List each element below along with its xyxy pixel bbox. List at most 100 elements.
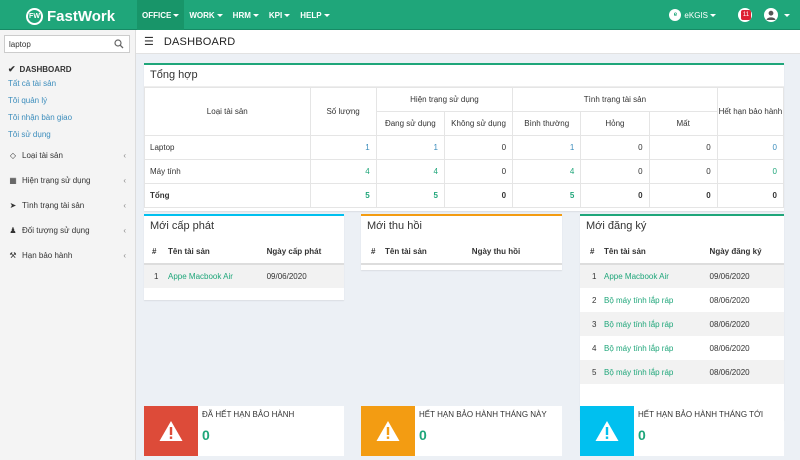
cell-date: 08/06/2020 <box>701 360 784 384</box>
cell-in-use[interactable]: 1 <box>375 135 445 160</box>
cell-broken: 0 <box>580 135 650 160</box>
table-row: Máy tính 4 4 0 4 0 0 0 <box>144 159 785 184</box>
sidebar-sub-i-manage[interactable]: Tôi quản lý <box>0 92 136 109</box>
cell-name[interactable]: Appe Macbook Air <box>598 264 702 288</box>
notification-button[interactable]: 11 <box>738 8 752 22</box>
new-recalled-panel: Mới thu hồi # Tên tài sản Ngày thu hồi <box>361 214 562 270</box>
sidebar-item-label: Đối tượng sử dụng <box>22 226 90 235</box>
col-not-in-use: Không sử dụng <box>443 111 514 136</box>
cell-name: Laptop <box>144 135 311 160</box>
new-recalled-title: Mới thu hồi <box>367 220 422 232</box>
cell-normal[interactable]: 1 <box>512 135 582 160</box>
col-no: # <box>361 240 379 265</box>
sidebar-item-users[interactable]: ♟ Đối tượng sử dụng ‹ <box>0 218 136 243</box>
cell-date: 09/06/2020 <box>701 264 784 288</box>
col-broken: Hỏng <box>580 111 650 136</box>
chevron-left-icon: ‹ <box>123 201 126 210</box>
stat-label: HẾT HẠN BẢO HÀNH THÁNG TỚI <box>638 410 764 419</box>
caret-down-icon <box>252 13 259 17</box>
cell-normal: 5 <box>512 183 582 208</box>
cell-name[interactable]: Bộ máy tính lắp ráp <box>598 360 702 384</box>
hamburger-menu-icon[interactable]: ☰ <box>144 35 154 48</box>
chevron-left-icon: ‹ <box>123 226 126 235</box>
user-avatar-icon[interactable] <box>764 8 778 22</box>
col-date: Ngày đăng ký <box>701 240 784 265</box>
table-row: 5 Bộ máy tính lắp ráp 08/06/2020 <box>580 360 784 384</box>
stat-label: HẾT HẠN BẢO HÀNH THÁNG NÀY <box>419 410 547 419</box>
col-name: Tên tài sản <box>598 240 702 265</box>
sidebar-item-usage-status[interactable]: ▦ Hiện trạng sử dụng ‹ <box>0 168 136 193</box>
cell-name[interactable]: Appe Macbook Air <box>162 264 259 288</box>
cell-expired[interactable]: 0 <box>716 135 785 160</box>
cell-name[interactable]: Bộ máy tính lắp ráp <box>598 312 702 336</box>
caret-down-icon <box>284 13 291 17</box>
cell-no: 3 <box>580 312 598 336</box>
nav-work-label: WORK <box>189 10 215 20</box>
sidebar-item-warranty[interactable]: ⚒ Hạn bảo hành ‹ <box>0 243 136 268</box>
col-no: # <box>144 240 162 265</box>
table-total-row: Tổng 5 5 0 5 0 0 0 <box>144 183 785 208</box>
caret-down-icon <box>173 13 180 17</box>
brand-logo[interactable]: FW FastWork <box>26 6 115 26</box>
cell-no: 4 <box>592 343 597 353</box>
stat-expiring-next-month[interactable]: HẾT HẠN BẢO HÀNH THÁNG TỚI 0 <box>580 406 784 456</box>
sidebar-item-asset-types[interactable]: ◇ Loại tài sản ‹ <box>0 143 136 168</box>
cell-no: 1 <box>144 264 162 288</box>
cell-no: 1 <box>580 264 598 288</box>
cell-lost: 0 <box>648 183 718 208</box>
cell-name[interactable]: Bộ máy tính lắp ráp <box>598 288 702 312</box>
nav-hrm[interactable]: HRM <box>228 0 264 30</box>
brand-name: FastWork <box>47 7 116 25</box>
cell-qty[interactable]: 1 <box>309 135 377 160</box>
search-input[interactable] <box>9 39 109 49</box>
org-logo-icon: e <box>669 9 682 21</box>
caret-down-icon[interactable] <box>784 13 790 17</box>
nav-help[interactable]: HELP <box>295 0 334 30</box>
sidebar-search <box>4 35 130 53</box>
cell-name[interactable]: Bộ máy tính lắp ráp <box>598 336 702 360</box>
cell-normal[interactable]: 4 <box>512 159 582 184</box>
table-row: 1 Appe Macbook Air 09/06/2020 <box>144 264 344 288</box>
warning-icon <box>580 406 634 456</box>
cell-broken: 0 <box>580 183 650 208</box>
table-row: 3 Bộ máy tính lắp ráp 08/06/2020 <box>580 312 784 336</box>
caret-down-icon <box>216 13 223 17</box>
cell-date: 08/06/2020 <box>709 343 750 353</box>
main-content: ☰ DASHBOARD Tổng hợp Loại tài sản Số lượ… <box>136 30 800 460</box>
sidebar-sub-received[interactable]: Tôi nhận bàn giao <box>0 109 136 126</box>
search-icon[interactable] <box>114 39 124 49</box>
sidebar-menu: ✔ DASHBOARD Tất cả tài sản Tôi quản lý T… <box>0 63 136 268</box>
sidebar-sub-i-use[interactable]: Tôi sử dụng <box>0 126 136 143</box>
col-date: Ngày thu hồi <box>459 240 562 265</box>
sidebar-item-dashboard[interactable]: ✔ DASHBOARD <box>0 63 136 75</box>
content-header: ☰ DASHBOARD <box>136 30 800 54</box>
nav-kpi-label: KPI <box>268 10 283 20</box>
nav-help-label: HELP <box>300 10 322 20</box>
sidebar-item-asset-condition[interactable]: ➤ Tình trạng tài sản ‹ <box>0 193 136 218</box>
sidebar-sub-all-assets[interactable]: Tất cả tài sản <box>0 75 136 92</box>
col-quantity: Số lượng <box>309 87 377 136</box>
stat-expired-warranty[interactable]: ĐÃ HẾT HẠN BẢO HÀNH 0 <box>144 406 344 456</box>
col-name: Tên tài sản <box>379 240 460 265</box>
new-issued-table: # Tên tài sản Ngày cấp phát 1 Appe Macbo… <box>144 240 344 288</box>
nav-hrm-label: HRM <box>232 10 251 20</box>
cell-in-use[interactable]: 4 <box>375 159 445 184</box>
gavel-icon: ⚒ <box>9 251 17 260</box>
chevron-left-icon: ‹ <box>123 151 126 160</box>
cell-lost: 0 <box>648 159 718 184</box>
cell-qty[interactable]: 4 <box>309 159 377 184</box>
col-name: Tên tài sản <box>162 240 259 265</box>
cell-no: 5 <box>580 360 598 384</box>
org-switcher[interactable]: e eKGIS <box>669 9 716 21</box>
cell-expired[interactable]: 0 <box>716 159 785 184</box>
summary-title: Tổng hợp <box>144 65 784 87</box>
stat-expiring-this-month[interactable]: HẾT HẠN BẢO HÀNH THÁNG NÀY 0 <box>361 406 562 456</box>
cell-no: 2 <box>592 295 597 305</box>
chevron-left-icon: ‹ <box>123 251 126 260</box>
nav-work[interactable]: WORK <box>184 0 227 30</box>
cell-expired: 0 <box>716 183 785 208</box>
nav-office-label: OFFICE <box>142 10 172 20</box>
nav-kpi[interactable]: KPI <box>264 0 295 30</box>
new-issued-title: Mới cấp phát <box>150 220 215 232</box>
nav-office[interactable]: OFFICE <box>137 0 185 30</box>
